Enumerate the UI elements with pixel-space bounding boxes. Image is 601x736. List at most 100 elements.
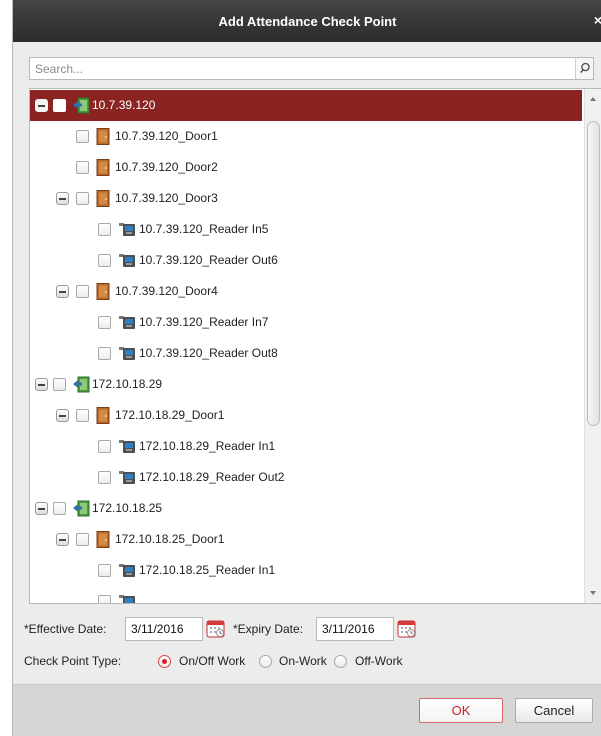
tree-node-label: 10.7.39.120_Reader Out8 <box>139 346 278 360</box>
scroll-thumb[interactable] <box>587 121 600 426</box>
tree-row[interactable]: 10.7.39.120 <box>30 90 582 121</box>
search-input[interactable] <box>30 58 575 79</box>
reader-icon <box>118 438 136 455</box>
tree-node-label: 10.7.39.120_Door3 <box>115 191 218 205</box>
device-tree: 10.7.39.120 10.7.39.120_Door1 10.7.39.120_… <box>29 88 601 604</box>
tree-checkbox[interactable] <box>98 254 111 267</box>
tree-checkbox[interactable] <box>76 409 89 422</box>
reader-icon <box>118 221 136 238</box>
add-check-point-dialog: Add Attendance Check Point × 10.7.39.120… <box>12 0 601 736</box>
check-point-type-label: Check Point Type: <box>24 654 122 668</box>
tree-row[interactable]: 172.10.18.25_Reader In1 <box>30 555 582 586</box>
tree-checkbox[interactable] <box>76 161 89 174</box>
calendar-icon[interactable] <box>206 619 225 638</box>
tree-node-label: 172.10.18.29_Reader Out2 <box>139 470 285 484</box>
tree-row[interactable]: 172.10.18.29_Door1 <box>30 400 582 431</box>
tree-node-label: 172.10.18.29 <box>92 377 163 391</box>
reader-icon <box>118 345 136 362</box>
tree-checkbox[interactable] <box>98 347 111 360</box>
tree-row[interactable]: 10.7.39.120_Door1 <box>30 121 582 152</box>
tree-scrollbar[interactable] <box>584 89 601 603</box>
radio-on-off-work-label[interactable]: On/Off Work <box>179 654 245 668</box>
collapse-icon[interactable] <box>56 192 69 205</box>
door-icon <box>95 283 113 300</box>
tree-checkbox[interactable] <box>53 502 66 515</box>
tree-node-label: 172.10.18.25_Reader In1 <box>139 563 276 577</box>
radio-off-work-label[interactable]: Off-Work <box>355 654 403 668</box>
radio-on-off-work[interactable] <box>158 655 171 668</box>
dialog-footer: OK Cancel <box>13 684 601 736</box>
tree-row[interactable]: 172.10.18.25 <box>30 493 582 524</box>
tree-node-label: 172.10.18.29_Door1 <box>115 408 225 422</box>
collapse-icon[interactable] <box>56 533 69 546</box>
device-icon <box>72 97 90 114</box>
tree-checkbox[interactable] <box>98 440 111 453</box>
collapse-icon[interactable] <box>56 409 69 422</box>
tree-node-label: 172.10.18.25_Door1 <box>115 532 225 546</box>
collapse-icon[interactable] <box>35 502 48 515</box>
tree-node-label: 172.10.18.29_Reader In1 <box>139 439 276 453</box>
device-icon <box>72 500 90 517</box>
tree-node-label: 172.10.18.25 <box>92 501 163 515</box>
reader-icon <box>118 562 136 579</box>
calendar-icon[interactable] <box>397 619 416 638</box>
radio-on-work-label[interactable]: On-Work <box>279 654 327 668</box>
tree-checkbox[interactable] <box>53 99 66 112</box>
tree-node-label: 10.7.39.120_Door4 <box>115 284 218 298</box>
tree-checkbox[interactable] <box>76 130 89 143</box>
tree-checkbox[interactable] <box>98 316 111 329</box>
door-icon <box>95 190 113 207</box>
tree-row[interactable]: 10.7.39.120_Door4 <box>30 276 582 307</box>
tree-node-label: 10.7.39.120_Door2 <box>115 160 218 174</box>
tree-row[interactable]: 10.7.39.120_Door2 <box>30 152 582 183</box>
tree-node-label: 10.7.39.120_Reader In7 <box>139 315 269 329</box>
search-box <box>29 57 594 80</box>
tree-row[interactable]: 10.7.39.120_Door3 <box>30 183 582 214</box>
device-icon <box>72 376 90 393</box>
search-button[interactable] <box>575 58 593 79</box>
tree-row[interactable]: 172.10.18.29_Reader Out2 <box>30 462 582 493</box>
collapse-icon[interactable] <box>35 378 48 391</box>
close-icon[interactable]: × <box>590 11 601 29</box>
tree-checkbox[interactable] <box>76 192 89 205</box>
tree-node-label: 10.7.39.120_Reader Out6 <box>139 253 278 267</box>
expiry-date-field[interactable]: 3/11/2016 <box>316 617 394 641</box>
tree-checkbox[interactable] <box>98 471 111 484</box>
radio-off-work[interactable] <box>334 655 347 668</box>
tree-node-label: 10.7.39.120 <box>92 98 156 112</box>
tree-node-label: 10.7.39.120_Door1 <box>115 129 218 143</box>
tree-checkbox[interactable] <box>98 223 111 236</box>
tree-row[interactable] <box>30 586 582 603</box>
tree-row[interactable]: 10.7.39.120_Reader In7 <box>30 307 582 338</box>
tree-row[interactable]: 172.10.18.25_Door1 <box>30 524 582 555</box>
ok-button[interactable]: OK <box>419 698 503 723</box>
tree-checkbox[interactable] <box>53 378 66 391</box>
expiry-date-label: *Expiry Date: <box>233 622 304 636</box>
tree-node-label: 10.7.39.120_Reader In5 <box>139 222 269 236</box>
door-icon <box>95 531 113 548</box>
scroll-up-icon[interactable] <box>590 97 596 101</box>
effective-date-field[interactable]: 3/11/2016 <box>125 617 203 641</box>
collapse-icon[interactable] <box>56 285 69 298</box>
tree-row[interactable]: 10.7.39.120_Reader Out6 <box>30 245 582 276</box>
cancel-button[interactable]: Cancel <box>515 698 593 723</box>
tree-checkbox[interactable] <box>98 564 111 577</box>
radio-on-work[interactable] <box>259 655 272 668</box>
tree-row[interactable]: 10.7.39.120_Reader Out8 <box>30 338 582 369</box>
search-icon <box>580 62 590 74</box>
reader-icon <box>118 252 136 269</box>
reader-icon <box>118 469 136 486</box>
door-icon <box>95 159 113 176</box>
scroll-down-icon[interactable] <box>590 591 596 595</box>
dialog-title: Add Attendance Check Point <box>218 13 397 29</box>
door-icon <box>95 128 113 145</box>
tree-row[interactable]: 172.10.18.29_Reader In1 <box>30 431 582 462</box>
tree-checkbox[interactable] <box>76 533 89 546</box>
collapse-icon[interactable] <box>35 99 48 112</box>
tree-row[interactable]: 10.7.39.120_Reader In5 <box>30 214 582 245</box>
effective-date-label: *Effective Date: <box>24 622 107 636</box>
door-icon <box>95 407 113 424</box>
tree-checkbox[interactable] <box>98 595 111 603</box>
tree-checkbox[interactable] <box>76 285 89 298</box>
tree-row[interactable]: 172.10.18.29 <box>30 369 582 400</box>
